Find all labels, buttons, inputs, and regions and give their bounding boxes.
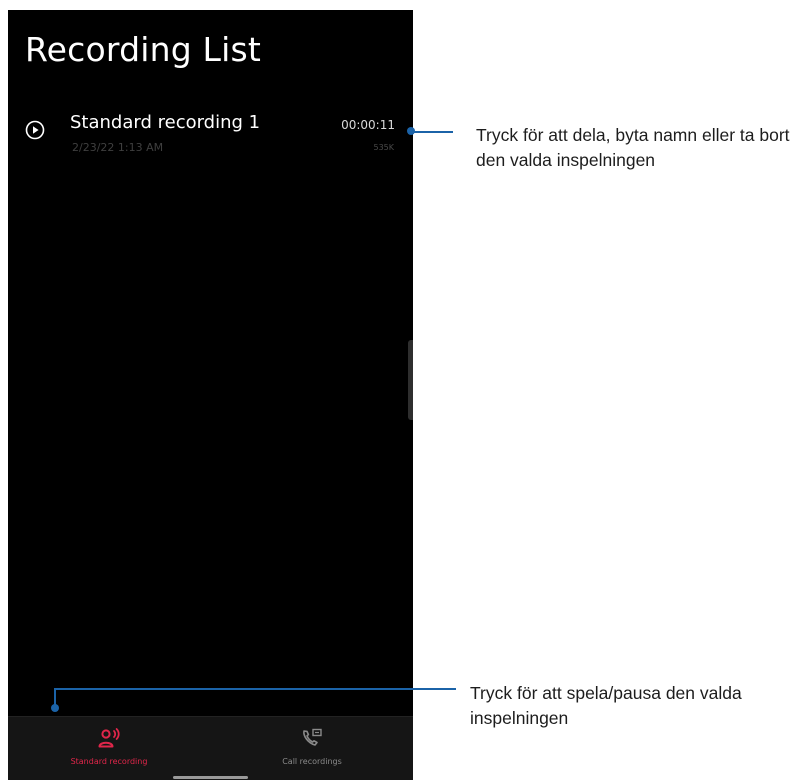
recording-name: Standard recording 1: [70, 112, 261, 133]
callout-line: [411, 131, 453, 133]
phone-screen: Recording List Standard recording 1 2/23…: [8, 10, 413, 780]
microphone-person-icon: [98, 728, 120, 748]
callout-line: [54, 688, 56, 708]
recording-duration: 00:00:11: [341, 118, 395, 132]
recording-list-item[interactable]: Standard recording 1 2/23/22 1:13 AM 00:…: [8, 105, 413, 160]
recording-size: 535K: [373, 143, 394, 152]
page-title: Recording List: [25, 30, 262, 69]
callout-text-share-rename-delete: Tryck för att dela, byta namn eller ta b…: [476, 125, 790, 170]
tab-call-recordings-label: Call recordings: [282, 757, 342, 766]
recording-date: 2/23/22 1:13 AM: [72, 141, 164, 154]
phone-recording-icon: [303, 728, 322, 746]
scroll-handle[interactable]: [408, 340, 413, 420]
tab-standard-recording[interactable]: Standard recording: [8, 717, 210, 780]
home-indicator[interactable]: [173, 776, 248, 779]
callout-text-play-pause: Tryck för att spela/pausa den valda insp…: [470, 683, 742, 728]
tab-standard-recording-label: Standard recording: [70, 757, 148, 766]
play-circle-icon[interactable]: [25, 120, 45, 140]
callout-line: [54, 688, 456, 690]
bottom-navigation: Standard recording Call recordings: [8, 716, 413, 780]
tab-call-recordings[interactable]: Call recordings: [211, 717, 413, 780]
